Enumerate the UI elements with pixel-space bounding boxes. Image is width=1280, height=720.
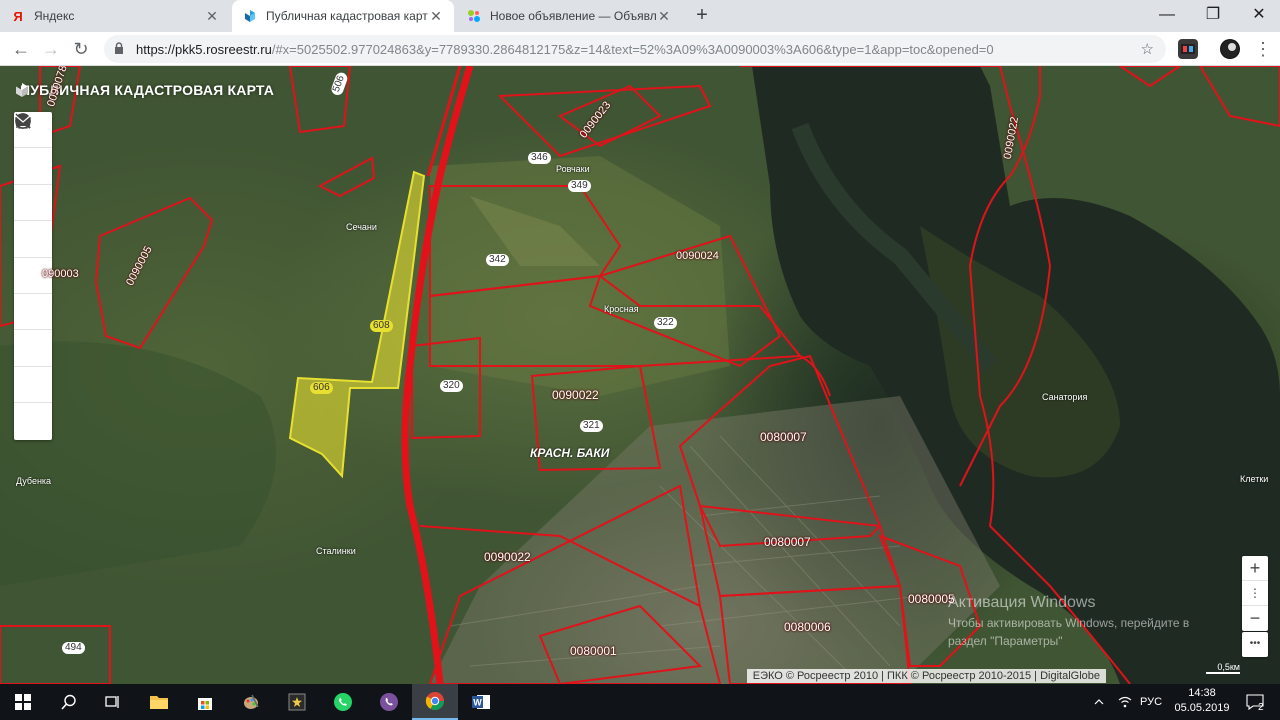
print-icon[interactable] <box>14 114 52 367</box>
browser-toolbar: ← → ↻ https://pkk5.rosreestr.ru/#x=50255… <box>0 32 1280 66</box>
zoom-out-button[interactable]: − <box>1242 606 1268 631</box>
new-tab-button[interactable]: + <box>690 4 714 28</box>
clock-date: 05.05.2019 <box>1174 702 1230 714</box>
tab-yandex[interactable]: Я Яндекс ✕ <box>0 0 230 32</box>
close-icon[interactable]: ✕ <box>428 8 444 24</box>
word-icon[interactable]: W <box>458 684 504 720</box>
info-icon[interactable] <box>14 113 52 222</box>
app-icon[interactable] <box>274 684 320 720</box>
parcel-number[interactable]: 320 <box>440 380 463 392</box>
tab-title: Новое объявление — Объявлен <box>490 9 656 23</box>
parcel-label[interactable]: 0090024 <box>676 250 719 262</box>
town-label: КРАСН. БАКИ <box>530 446 610 460</box>
close-icon[interactable]: ✕ <box>656 8 672 24</box>
notification-count: 2 <box>1258 702 1264 713</box>
parcel-label[interactable]: 090003 <box>42 268 79 280</box>
menu-icon[interactable]: ⋮ <box>1250 36 1276 62</box>
search-icon[interactable] <box>46 684 92 720</box>
reload-button[interactable]: ↻ <box>68 36 94 62</box>
place-name: Сталинки <box>316 546 356 556</box>
parcel-label[interactable]: 0080001 <box>570 644 617 658</box>
parcel-number[interactable]: 322 <box>654 317 677 329</box>
file-explorer-icon[interactable] <box>136 684 182 720</box>
notifications-button[interactable]: 2 <box>1240 684 1270 720</box>
cadastral-map[interactable]: ПУБЛИЧНАЯ КАДАСТРОВАЯ КАРТА ? <box>0 66 1280 684</box>
yandex-icon: Я <box>13 8 23 24</box>
browser-tab-strip: Я Яндекс ✕ Публичная кадастровая карта ✕… <box>0 0 1280 32</box>
parcel-label[interactable]: 0080007 <box>764 535 811 549</box>
more-controls: ••• <box>1242 632 1268 657</box>
place-name: Ровчаки <box>556 164 590 174</box>
paint-icon[interactable] <box>228 684 274 720</box>
parcel-number[interactable]: 349 <box>568 180 591 192</box>
rosreestr-icon <box>242 8 258 24</box>
place-name: Клетки <box>1240 474 1269 484</box>
wifi-icon[interactable] <box>1118 684 1134 720</box>
parcel-number[interactable]: 606 <box>310 382 333 394</box>
close-window-button[interactable]: ✕ <box>1236 0 1280 32</box>
lock-icon <box>114 42 128 56</box>
zoom-in-button[interactable]: + <box>1242 556 1268 581</box>
windows-start-icon[interactable] <box>0 684 46 720</box>
tab-title: Публичная кадастровая карта <box>266 9 428 23</box>
chrome-icon[interactable] <box>412 684 458 720</box>
map-canvas <box>0 66 1280 684</box>
tab-cadastral-map[interactable]: Публичная кадастровая карта ✕ <box>232 0 454 32</box>
place-name: Сечани <box>346 222 377 232</box>
store-icon[interactable] <box>182 684 228 720</box>
windows-activation-text: Чтобы активировать Windows, перейдите в <box>948 616 1190 630</box>
dots-icon[interactable]: ⋮ <box>1242 581 1268 606</box>
parcel-label[interactable]: 0080007 <box>760 430 807 444</box>
place-name: Санатория <box>1042 392 1088 402</box>
parcel-label[interactable]: 0090022 <box>484 550 531 564</box>
parcel-label[interactable]: 0090022 <box>552 388 599 402</box>
maximize-button[interactable]: ❐ <box>1190 0 1236 32</box>
tab-title: Яндекс <box>34 9 75 23</box>
parcel-number[interactable]: 494 <box>62 642 85 654</box>
parcel-label[interactable]: 0080006 <box>784 620 831 634</box>
task-view-icon[interactable] <box>90 684 136 720</box>
close-icon[interactable]: ✕ <box>204 8 220 24</box>
minimize-button[interactable]: — <box>1144 0 1190 32</box>
mail-icon[interactable] <box>14 115 52 439</box>
pencil-icon[interactable] <box>14 115 52 258</box>
svg-text:W: W <box>473 698 482 708</box>
language-indicator[interactable]: РУС <box>1140 684 1162 720</box>
url-text: https://pkk5.rosreestr.ru/#x=5025502.977… <box>136 41 994 57</box>
clock-time: 14:38 <box>1188 687 1216 699</box>
windows-activation-text: раздел "Параметры" <box>948 634 1063 648</box>
parcel-number[interactable]: 321 <box>580 420 603 432</box>
address-bar[interactable]: https://pkk5.rosreestr.ru/#x=5025502.977… <box>104 35 1166 63</box>
more-button[interactable]: ••• <box>1242 632 1268 657</box>
bookmark-star-icon[interactable]: ☆ <box>1141 40 1154 58</box>
whatsapp-icon[interactable] <box>320 684 366 720</box>
parcel-number[interactable]: 342 <box>486 254 509 266</box>
search-icon[interactable] <box>14 113 52 185</box>
chevron-up-icon[interactable] <box>1094 684 1110 720</box>
clock[interactable]: 14:38 05.05.2019 <box>1170 686 1234 716</box>
zoom-controls: + ⋮ − <box>1242 556 1268 631</box>
scale-bar: 0,5км <box>1206 662 1240 674</box>
windows-taskbar: W РУС 14:38 05.05.2019 2 <box>0 684 1280 720</box>
star-icon[interactable] <box>14 113 52 331</box>
avito-icon <box>466 8 482 24</box>
profile-avatar[interactable] <box>1220 39 1240 59</box>
forward-button[interactable]: → <box>38 36 64 62</box>
tab-avito[interactable]: Новое объявление — Объявлен ✕ <box>456 0 682 32</box>
extension-icon[interactable] <box>1178 39 1198 59</box>
parcel-number[interactable]: 608 <box>370 320 393 332</box>
back-button[interactable]: ← <box>8 36 34 62</box>
viber-icon[interactable] <box>366 684 412 720</box>
parcel-number[interactable]: 346 <box>528 152 551 164</box>
map-attribution: ЕЭКО © Росреестр 2010 | ПКК © Росреестр … <box>746 669 1106 683</box>
windows-activation-title: Активация Windows <box>948 594 1096 611</box>
place-name: Дубенка <box>16 476 52 486</box>
place-name: Кросная <box>604 304 639 314</box>
help-icon[interactable]: ? <box>14 113 52 404</box>
